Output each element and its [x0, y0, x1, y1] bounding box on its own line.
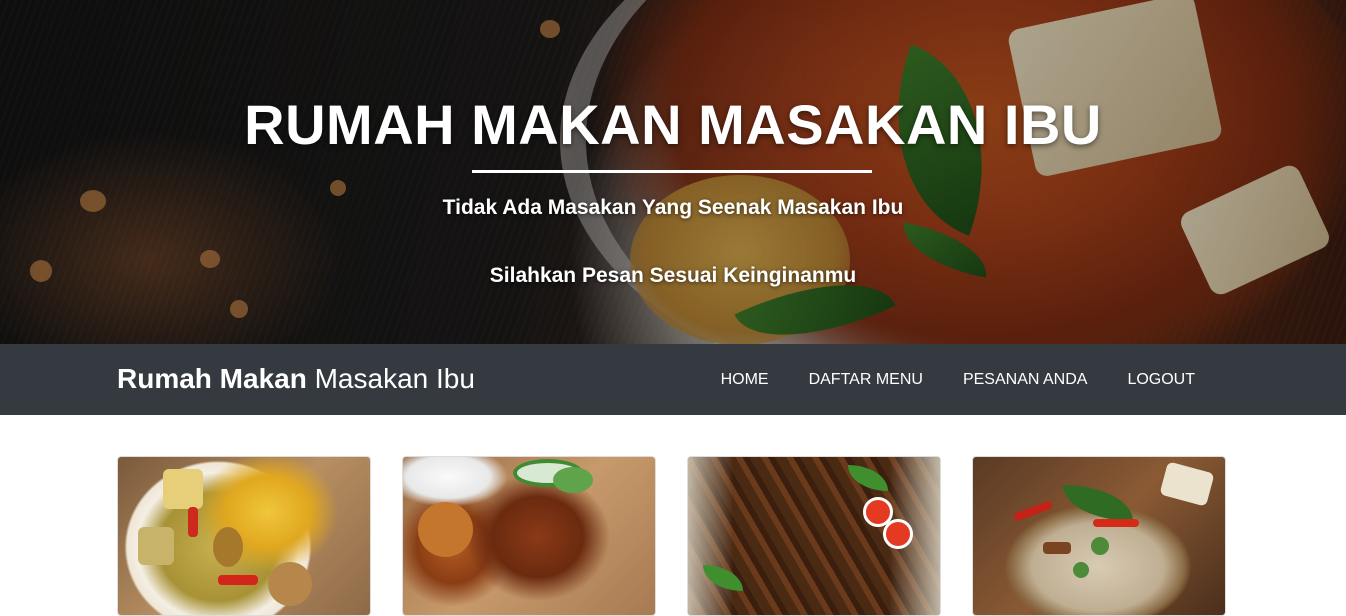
hero-subtitle: Tidak Ada Masakan Yang Seenak Masakan Ib… [442, 196, 904, 219]
menu-card-image [118, 457, 370, 615]
menu-card[interactable] [687, 456, 941, 616]
menu-card[interactable] [972, 456, 1226, 616]
brand-name-light: Masakan Ibu [314, 363, 475, 394]
hero-title: RUMAH MAKAN MASAKAN IBU [244, 93, 1102, 156]
hero-divider [472, 170, 872, 173]
nav-link-home[interactable]: HOME [721, 371, 769, 389]
nav-link-pesanan-anda[interactable]: PESANAN ANDA [963, 371, 1087, 389]
hero-subtitle-secondary: Silahkan Pesan Sesuai Keinginanmu [489, 264, 857, 287]
nav-link-daftar-menu[interactable]: DAFTAR MENU [809, 371, 923, 389]
menu-card-grid [117, 456, 1227, 616]
menu-card-image [688, 457, 940, 615]
main-navbar: Rumah Makan Masakan Ibu HOME DAFTAR MENU… [0, 344, 1346, 415]
menu-card-image [403, 457, 655, 615]
brand-logo-link[interactable]: Rumah Makan Masakan Ibu [117, 363, 475, 395]
menu-card-image [973, 457, 1225, 615]
menu-card[interactable] [402, 456, 656, 616]
nav-links: HOME DAFTAR MENU PESANAN ANDA LOGOUT [681, 344, 1195, 415]
nav-link-logout[interactable]: LOGOUT [1127, 371, 1195, 389]
brand-name-bold: Rumah Makan [117, 363, 307, 394]
hero-banner: RUMAH MAKAN MASAKAN IBU Tidak Ada Masaka… [0, 0, 1346, 344]
menu-card[interactable] [117, 456, 371, 616]
